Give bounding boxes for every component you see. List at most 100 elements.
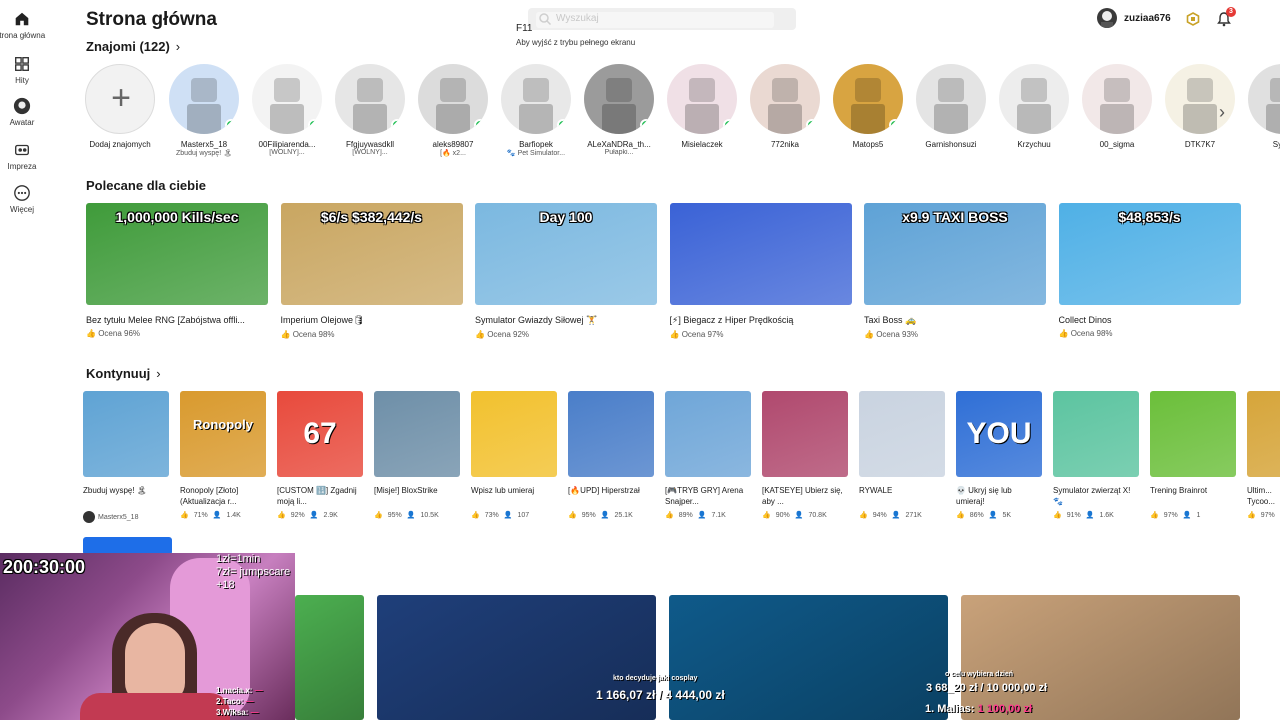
continue-game-card[interactable]: Symulator zwierząt X! 🐾 👍 91% 👤 1.6K bbox=[1053, 391, 1139, 519]
game-thumbnail[interactable]: $48,853/s bbox=[1058, 203, 1241, 305]
game-thumbnail[interactable] bbox=[374, 391, 460, 477]
continue-game-card[interactable]: Wpisz lub umieraj 👍 73% 👤 107 bbox=[471, 391, 557, 519]
continue-game-card[interactable]: [KATSEYE] Ubierz się, aby ... 👍 90% 👤 70.8K bbox=[762, 391, 848, 519]
game-thumbnail[interactable] bbox=[859, 391, 945, 477]
recommended-game-card[interactable]: $48,853/s Collect Dinos 👍 Ocena 98% bbox=[1058, 203, 1241, 338]
sidebar-item-party[interactable]: Impreza bbox=[0, 141, 44, 171]
game-thumbnail[interactable] bbox=[1247, 391, 1280, 477]
friend-item[interactable]: Syn... bbox=[1247, 64, 1280, 149]
friend-item[interactable]: Misielaczek bbox=[666, 64, 738, 149]
continue-game-card[interactable]: YOU 💀 Ukryj się lub umieraj! 👍 86% 👤 5K bbox=[956, 391, 1042, 519]
friends-heading[interactable]: Znajomi (122) › bbox=[86, 39, 180, 54]
username[interactable]: zuziaa676 bbox=[1124, 13, 1171, 24]
sidebar-item-more[interactable]: Więcej bbox=[0, 184, 44, 214]
friend-avatar[interactable] bbox=[750, 64, 820, 134]
friend-avatar[interactable] bbox=[335, 64, 405, 134]
sidebar-item-charts[interactable]: Hity bbox=[0, 55, 44, 85]
friend-avatar[interactable] bbox=[252, 64, 322, 134]
game-thumbnail[interactable] bbox=[295, 595, 364, 720]
continue-game-card[interactable]: [Misje!] BloxStrike 👍 95% 👤 10.5K bbox=[374, 391, 460, 519]
friend-avatar[interactable] bbox=[667, 64, 737, 134]
friend-item[interactable]: aleks89807 [🔥 x2... bbox=[417, 64, 489, 157]
sidebar-item-home[interactable]: Strona główna bbox=[0, 10, 45, 40]
recommended-game-card[interactable]: x9.9 TAXI BOSS Taxi Boss 🚕 👍 Ocena 93% bbox=[864, 203, 1046, 339]
friend-item[interactable]: 00_sigma bbox=[1081, 64, 1153, 149]
game-thumbnail[interactable] bbox=[961, 595, 1240, 720]
continue-game-card[interactable]: [🔥UPD] Hiperstrzał 👍 95% 👤 25.1K bbox=[568, 391, 654, 519]
recommended-game-card[interactable]: 1,000,000 Kills/sec Bez tytułu Melee RNG … bbox=[86, 203, 268, 338]
game-thumbnail[interactable] bbox=[1150, 391, 1236, 477]
thumbs-up-icon: 👍 bbox=[1247, 512, 1256, 519]
game-title: Trening Brainrot bbox=[1150, 486, 1208, 495]
friend-item[interactable]: Masterx5_18 Zbuduj wyspę! 🏝 bbox=[168, 64, 240, 157]
continue-game-card[interactable]: [🎮TRYB GRY] Arena Snajper... 👍 89% 👤 7.1K bbox=[665, 391, 751, 519]
leader-amount: — bbox=[254, 686, 263, 695]
online-indicator bbox=[723, 119, 735, 131]
continue-game-card[interactable]: Trening Brainrot 👍 97% 👤 1 bbox=[1150, 391, 1236, 519]
continue-game-card[interactable]: Zbuduj wyspę! 🏝 Masterx5_18 bbox=[83, 391, 169, 523]
game-stats: 👍 90% 👤 70.8K bbox=[762, 511, 848, 519]
game-thumbnail[interactable]: 67 bbox=[277, 391, 363, 477]
thumbs-up-icon: 👍 bbox=[956, 512, 965, 519]
scroll-right-icon[interactable]: › bbox=[1212, 102, 1232, 126]
robux-icon[interactable] bbox=[1186, 12, 1200, 26]
game-thumbnail[interactable] bbox=[762, 391, 848, 477]
game-thumbnail[interactable]: $6/s $382,442/s bbox=[280, 203, 463, 305]
game-thumbnail[interactable] bbox=[665, 391, 751, 477]
continue-game-card[interactable]: Ronopoly Ronopoly [Złoto] (Aktualizacja r… bbox=[180, 391, 266, 519]
friend-item[interactable]: Garnishonsuzi bbox=[915, 64, 987, 149]
friend-avatar[interactable] bbox=[418, 64, 488, 134]
game-thumbnail[interactable] bbox=[568, 391, 654, 477]
friend-avatar[interactable] bbox=[916, 64, 986, 134]
friend-name: Masterx5_18 bbox=[180, 140, 228, 149]
game-rating: 👍 Ocena 96% bbox=[86, 329, 268, 338]
goal-right-amount: 1 100,00 zł bbox=[977, 703, 1033, 715]
game-title: Taxi Boss 🚕 bbox=[864, 315, 917, 325]
friend-item[interactable]: Krzychuu bbox=[998, 64, 1070, 149]
friend-item[interactable]: Matops5 bbox=[832, 64, 904, 149]
game-thumbnail[interactable]: 1,000,000 Kills/sec bbox=[86, 203, 268, 305]
friend-item[interactable]: ALeXaNDRa_th... Pułapki... bbox=[583, 64, 655, 156]
recommended-game-card[interactable]: [⚡] Biegacz z Hiper Prędkością 👍 Ocena 97… bbox=[669, 203, 852, 339]
friend-item[interactable]: Barfiopek 🐾 Pet Simulator... bbox=[500, 64, 572, 157]
friend-item[interactable]: 772nika bbox=[749, 64, 821, 149]
friend-avatar[interactable] bbox=[1082, 64, 1152, 134]
game-thumbnail[interactable]: Day 100 bbox=[475, 203, 657, 305]
like-ratio: 73% bbox=[484, 512, 499, 519]
game-stats: 👍 95% 👤 25.1K bbox=[568, 511, 654, 519]
thumbs-up-icon: 👍 bbox=[180, 512, 189, 519]
continue-heading[interactable]: Kontynuuj › bbox=[86, 366, 161, 381]
game-thumbnail[interactable]: YOU bbox=[956, 391, 1042, 477]
game-thumbnail[interactable] bbox=[471, 391, 557, 477]
friend-avatar[interactable] bbox=[169, 64, 239, 134]
game-thumbnail[interactable]: Ronopoly bbox=[180, 391, 266, 477]
friend-name: Syn... bbox=[1272, 140, 1280, 149]
continue-game-card[interactable]: RYWALE 👍 94% 👤 271K bbox=[859, 391, 945, 519]
players-icon: 👤 bbox=[212, 512, 222, 519]
like-ratio: 94% bbox=[872, 512, 887, 519]
search-icon bbox=[539, 13, 552, 26]
user-avatar[interactable] bbox=[1097, 8, 1117, 28]
recommended-game-card[interactable]: $6/s $382,442/s Imperium Olejowe🛢 👍 Ocena … bbox=[280, 203, 463, 339]
friend-status: Pułapki... bbox=[604, 149, 634, 156]
add-friend-button[interactable]: + Dodaj znajomych bbox=[84, 64, 156, 149]
friend-item[interactable]: Ffgjuywasdkll [WOLNY]... bbox=[334, 64, 406, 156]
friend-status: Zbuduj wyspę! 🏝 bbox=[176, 150, 232, 157]
friend-item[interactable]: 00Filipiarenda... [WOLNY]... bbox=[251, 64, 323, 156]
game-thumbnail[interactable] bbox=[83, 391, 169, 477]
friend-avatar[interactable] bbox=[501, 64, 571, 134]
continue-game-card[interactable]: 67 [CUSTOM 🔢] Zgadnij moją li... 👍 92% 👤 2.9K bbox=[277, 391, 363, 519]
friend-avatar[interactable] bbox=[999, 64, 1069, 134]
game-stats: 👍 91% 👤 1.6K bbox=[1053, 511, 1139, 519]
rule-line: 7zł= jumpscare bbox=[216, 566, 291, 578]
game-thumbnail[interactable] bbox=[669, 203, 852, 305]
sidebar-item-avatar[interactable]: Awatar bbox=[0, 97, 44, 127]
friend-avatar[interactable] bbox=[584, 64, 654, 134]
continue-game-card[interactable]: Ultim... Tycoo...👍97%👤 bbox=[1247, 391, 1280, 519]
game-thumbnail[interactable]: x9.9 TAXI BOSS bbox=[864, 203, 1046, 305]
online-indicator bbox=[889, 119, 901, 131]
friend-avatar[interactable] bbox=[1248, 64, 1280, 134]
game-thumbnail[interactable] bbox=[1053, 391, 1139, 477]
recommended-game-card[interactable]: Day 100 Symulator Gwiazdy Siłowej 🏋 👍 Ocen… bbox=[475, 203, 657, 339]
friend-avatar[interactable] bbox=[833, 64, 903, 134]
